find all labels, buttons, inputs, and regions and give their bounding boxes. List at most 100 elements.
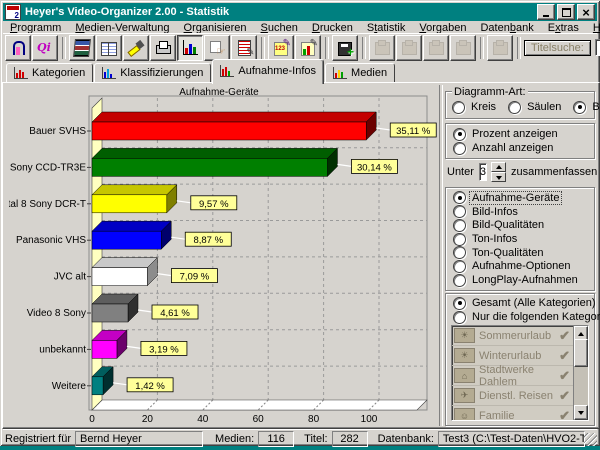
category-label: Dienstl. Reisen bbox=[479, 390, 555, 402]
value-label: 7,09 % bbox=[180, 272, 210, 283]
display-mode-group: Prozent anzeigenAnzahl anzeigen bbox=[445, 123, 595, 159]
brush-123-icon bbox=[274, 42, 288, 56]
media-icon bbox=[375, 42, 390, 55]
karteikarten-button[interactable] bbox=[96, 35, 122, 61]
media-button-4[interactable] bbox=[450, 35, 476, 61]
chart-bar bbox=[92, 340, 117, 358]
titel-label: Titel: bbox=[302, 433, 327, 445]
combine-value-field[interactable]: 3 bbox=[479, 163, 487, 181]
radio-prozent-anzeigen[interactable]: Prozent anzeigen bbox=[453, 127, 590, 141]
media-button-1[interactable] bbox=[369, 35, 395, 61]
vorgaben-button[interactable] bbox=[204, 35, 230, 61]
maximize-button[interactable] bbox=[557, 4, 575, 20]
checkmark-icon: ✔ bbox=[559, 388, 570, 404]
bar-top-face bbox=[92, 185, 177, 195]
combine-prefix-label: Unter bbox=[447, 166, 474, 178]
radio-gesamt-alle-kategorien[interactable]: Gesamt (Alle Kategorien) bbox=[453, 296, 590, 310]
quickinfo-button[interactable] bbox=[32, 35, 58, 61]
factory-icon: ⌂ bbox=[454, 368, 475, 383]
radio-bild-infos[interactable]: Bild-Infos bbox=[453, 205, 590, 219]
media-button-3[interactable] bbox=[423, 35, 449, 61]
radio-icon bbox=[453, 297, 466, 310]
bar-top-face bbox=[92, 112, 376, 122]
value-label: 9,57 % bbox=[199, 199, 229, 210]
medien-verwaltung-button[interactable] bbox=[69, 35, 95, 61]
listen-button[interactable] bbox=[231, 35, 257, 61]
radio-label: Kreis bbox=[469, 101, 498, 113]
category-familie[interactable]: ☺Familie✔ bbox=[452, 406, 574, 421]
value-label: 35,11 % bbox=[396, 126, 431, 137]
chart-bar bbox=[92, 377, 103, 395]
chart-tab-icon bbox=[102, 67, 116, 79]
scroll-down-icon[interactable] bbox=[574, 405, 588, 420]
radio-aufnahme-optionen[interactable]: Aufnahme-Optionen bbox=[453, 260, 590, 274]
radio-label: Nur die folgenden Kategorien: bbox=[470, 311, 600, 323]
toolbar-separator bbox=[325, 37, 329, 59]
category-label: Weitere bbox=[52, 381, 87, 392]
radio-icon bbox=[453, 311, 466, 324]
statistics-chart: Aufnahme-Geräte020406080100Bauer SVHS35,… bbox=[9, 86, 439, 426]
radio-aufnahme-geräte[interactable]: Aufnahme-Geräte bbox=[453, 191, 590, 205]
radio-bild-qualitäten[interactable]: Bild-Qualitäten bbox=[453, 218, 590, 232]
chart-bar bbox=[92, 231, 161, 249]
radio-icon bbox=[573, 101, 586, 114]
exit-button[interactable] bbox=[5, 35, 31, 61]
radio-ton-qualitäten[interactable]: Ton-Qualitäten bbox=[453, 246, 590, 260]
radio-ton-infos[interactable]: Ton-Infos bbox=[453, 232, 590, 246]
suchen-button[interactable] bbox=[123, 35, 149, 61]
disk-plus-icon bbox=[338, 42, 352, 56]
close-button[interactable] bbox=[577, 4, 595, 20]
radio-balken[interactable]: Balken bbox=[573, 100, 600, 114]
minimize-button[interactable] bbox=[537, 4, 555, 20]
radio-nur-die-folgenden-kategorien[interactable]: Nur die folgenden Kategorien: bbox=[453, 310, 590, 324]
media-button-2[interactable] bbox=[396, 35, 422, 61]
titelsuche-button[interactable]: Titelsuche: bbox=[524, 40, 591, 56]
checkmark-icon: ✔ bbox=[559, 348, 570, 364]
spinner-up-button[interactable] bbox=[491, 162, 506, 172]
radio-label: Prozent anzeigen bbox=[470, 128, 560, 140]
bar-top-face bbox=[92, 258, 157, 268]
statistik-button[interactable] bbox=[177, 35, 203, 61]
checkmark-icon: ✔ bbox=[559, 408, 570, 422]
callout-line bbox=[177, 201, 191, 203]
media-button-5[interactable] bbox=[487, 35, 513, 61]
tab-aufnahme-infos[interactable]: Aufnahme-Infos bbox=[212, 59, 324, 84]
airplane-icon: ✈ bbox=[454, 388, 475, 403]
radio-icon bbox=[453, 233, 466, 246]
radio-säulen[interactable]: Säulen bbox=[508, 100, 563, 114]
display-mode-options: Prozent anzeigenAnzahl anzeigen bbox=[453, 127, 590, 155]
datenbank-hinzufuegen-button[interactable] bbox=[332, 35, 358, 61]
drucken-button[interactable] bbox=[150, 35, 176, 61]
category-list: ☀Sommerurlaub✔☀Winterurlaub✔⌂Stadtwerke … bbox=[451, 325, 589, 421]
printer-icon bbox=[155, 40, 171, 56]
chart-bar bbox=[92, 268, 147, 286]
category-scrollbar[interactable] bbox=[573, 326, 588, 420]
category-stadtwerke-dahlem[interactable]: ⌂Stadtwerke Dahlem✔ bbox=[452, 366, 574, 386]
tab-klassifizierungen[interactable]: Klassifizierungen bbox=[94, 63, 211, 82]
spinner-down-button[interactable] bbox=[491, 172, 506, 182]
books-icon bbox=[73, 39, 91, 57]
tab-kategorien[interactable]: Kategorien bbox=[6, 63, 93, 82]
toolbar-buttons bbox=[5, 35, 524, 61]
toolbar-separator bbox=[362, 37, 366, 59]
app-icon bbox=[5, 4, 21, 20]
farbstatistik-button[interactable] bbox=[295, 35, 321, 61]
titelsuche-input[interactable] bbox=[595, 39, 600, 56]
category-sommerurlaub[interactable]: ☀Sommerurlaub✔ bbox=[452, 326, 574, 346]
tab-medien[interactable]: Medien bbox=[325, 63, 395, 82]
radio-icon bbox=[453, 128, 466, 141]
exit-door-icon bbox=[10, 40, 26, 56]
radio-kreis[interactable]: Kreis bbox=[452, 100, 498, 114]
radio-icon bbox=[453, 260, 466, 273]
category-dienstl-reisen[interactable]: ✈ Dienstl. Reisen ✔ bbox=[452, 386, 574, 406]
resize-grip[interactable] bbox=[584, 433, 597, 446]
hand-card-icon bbox=[209, 40, 225, 56]
diagram-type-group: Diagramm-Art: KreisSäulenBalken bbox=[445, 91, 595, 119]
medien-field: 116 bbox=[258, 431, 294, 447]
scroll-thumb[interactable] bbox=[574, 339, 588, 367]
radio-anzahl-anzeigen[interactable]: Anzahl anzeigen bbox=[453, 141, 590, 155]
combine-suffix-label: zusammenfassen bbox=[511, 166, 597, 178]
nummerierung-button[interactable] bbox=[268, 35, 294, 61]
radio-longplay-aufnahmen[interactable]: LongPlay-Aufnahmen bbox=[453, 273, 590, 287]
value-label: 4,61 % bbox=[160, 308, 190, 319]
